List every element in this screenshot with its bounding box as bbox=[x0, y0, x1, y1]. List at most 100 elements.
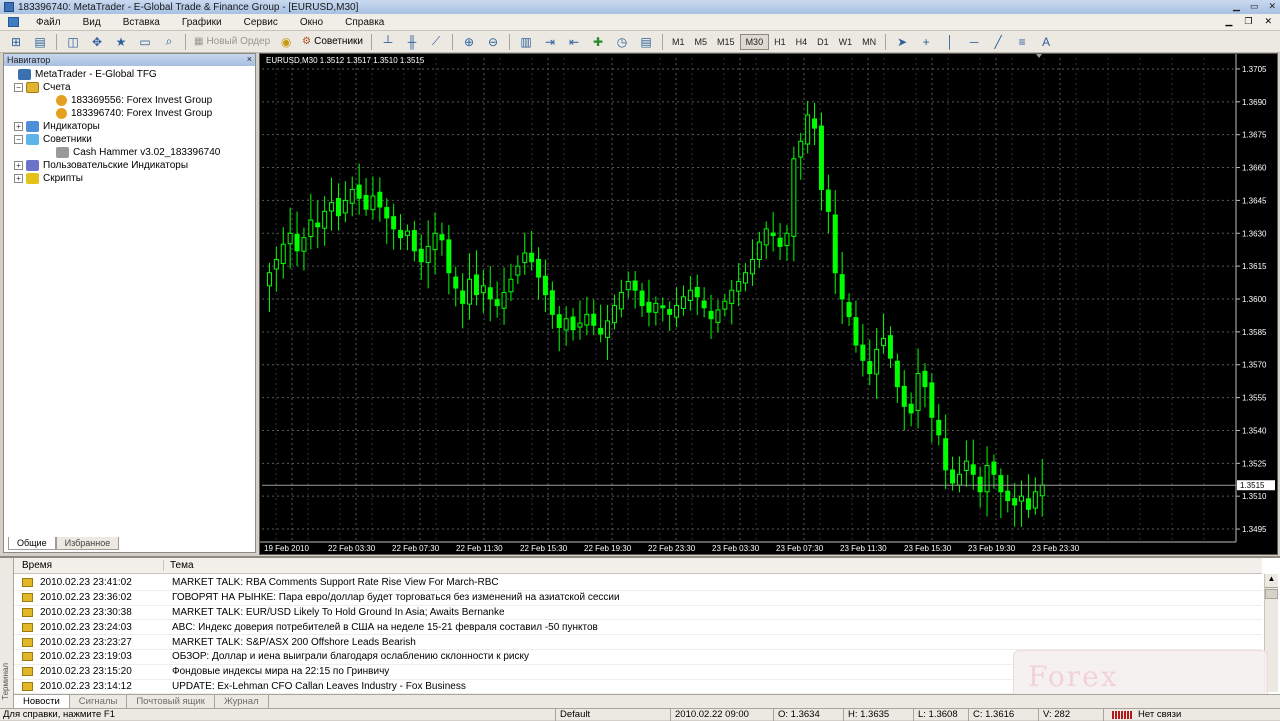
experts-icon: ⚙ bbox=[302, 36, 312, 47]
candle-body bbox=[674, 305, 680, 318]
timeframe-d1[interactable]: D1 bbox=[812, 34, 834, 50]
minimize-icon[interactable]: ▁ bbox=[1233, 1, 1240, 12]
status-low: L: 1.3608 bbox=[913, 708, 968, 721]
new-order-button[interactable]: ▦ Новый Ордер bbox=[190, 33, 274, 51]
menu-view[interactable]: Вид bbox=[72, 17, 112, 28]
cursor-icon[interactable]: ➤ bbox=[892, 33, 912, 51]
profiles-icon[interactable]: ▤ bbox=[30, 33, 50, 51]
news-time: 2010.02.23 23:36:02 bbox=[40, 592, 132, 604]
auto-scroll-icon[interactable]: ⇥ bbox=[540, 33, 560, 51]
news-row[interactable]: 2010.02.23 23:23:27 MARKET TALK: S&P/ASX … bbox=[14, 635, 1262, 650]
terminal-icon[interactable]: ▭ bbox=[135, 33, 155, 51]
news-row[interactable]: 2010.02.23 23:30:38 MARKET TALK: EUR/USD … bbox=[14, 606, 1262, 621]
tree-accounts[interactable]: − Счета bbox=[6, 81, 255, 94]
news-table-header: Время Тема bbox=[14, 558, 1262, 574]
tree-experts[interactable]: − Советники bbox=[6, 133, 255, 146]
expert-label: Cash Hammer v3.02_183396740 bbox=[73, 147, 221, 158]
tester-icon[interactable]: ⌕ bbox=[159, 33, 179, 51]
expand-icon[interactable]: + bbox=[14, 161, 23, 170]
tree-account-item[interactable]: 183369556: Forex Invest Group bbox=[6, 94, 255, 107]
tab-common[interactable]: Общие bbox=[8, 537, 56, 550]
tree-scripts[interactable]: + Скрипты bbox=[6, 172, 255, 185]
menu-file[interactable]: Файл bbox=[25, 17, 72, 28]
timeframe-m5[interactable]: M5 bbox=[690, 34, 713, 50]
news-row[interactable]: 2010.02.23 23:41:02 MARKET TALK: RBA Comm… bbox=[14, 576, 1262, 591]
line-chart-icon[interactable]: ⟋ bbox=[426, 33, 446, 51]
tab-favorites[interactable]: Избранное bbox=[55, 537, 120, 550]
candle-body bbox=[618, 291, 624, 310]
data-window-icon[interactable]: ✥ bbox=[87, 33, 107, 51]
chart-shift-icon[interactable]: ⇤ bbox=[564, 33, 584, 51]
candle-body bbox=[542, 275, 548, 296]
experts-button[interactable]: ⚙ Советники bbox=[298, 33, 367, 51]
navigator-icon[interactable]: ★ bbox=[111, 33, 131, 51]
news-time: 2010.02.23 23:19:03 bbox=[40, 651, 132, 663]
collapse-icon[interactable]: − bbox=[14, 135, 23, 144]
x-tick-label: 23 Feb 11:30 bbox=[840, 544, 887, 553]
y-tick-label: 1.3645 bbox=[1242, 196, 1267, 205]
chart-window-icon[interactable] bbox=[8, 17, 19, 27]
horizontal-line-icon[interactable]: ─ bbox=[964, 33, 984, 51]
tab-news[interactable]: Новости bbox=[14, 695, 70, 708]
zoom-in-icon[interactable]: ⊕ bbox=[459, 33, 479, 51]
scroll-thumb[interactable] bbox=[1265, 589, 1278, 599]
indicators-icon[interactable]: ✚ bbox=[588, 33, 608, 51]
vertical-line-icon[interactable]: │ bbox=[940, 33, 960, 51]
close-icon[interactable]: ✕ bbox=[1268, 1, 1276, 12]
timeframe-w1[interactable]: W1 bbox=[834, 34, 858, 50]
timeframe-mn[interactable]: MN bbox=[857, 34, 881, 50]
menu-window[interactable]: Окно bbox=[289, 17, 334, 28]
menu-insert[interactable]: Вставка bbox=[112, 17, 171, 28]
expand-icon[interactable]: + bbox=[14, 174, 23, 183]
crosshair-icon[interactable]: + bbox=[916, 33, 936, 51]
menu-charts[interactable]: Графики bbox=[171, 17, 233, 28]
column-time[interactable]: Время bbox=[14, 560, 164, 571]
new-order-icon: ▦ bbox=[194, 36, 204, 47]
column-subject[interactable]: Тема bbox=[164, 560, 194, 571]
chart-canvas[interactable]: 1.3705 1.3690 1.3675 1.3660 1.3645 1.3630 1.36… bbox=[260, 54, 1277, 554]
market-watch-icon[interactable]: ◫ bbox=[63, 33, 83, 51]
timeframe-m1[interactable]: M1 bbox=[667, 34, 690, 50]
news-row[interactable]: 2010.02.23 23:36:02 ГОВОРЯТ НА РЫНКЕ: Пар… bbox=[14, 591, 1262, 606]
price-chart[interactable]: 1.3705 1.3690 1.3675 1.3660 1.3645 1.3630 1.36… bbox=[259, 53, 1278, 555]
menu-tools[interactable]: Сервис bbox=[233, 17, 289, 28]
news-row[interactable]: 2010.02.23 23:24:03 ABC: Индекс доверия п… bbox=[14, 620, 1262, 636]
scroll-up-icon[interactable]: ▲ bbox=[1265, 574, 1278, 588]
periods-icon[interactable]: ◷ bbox=[612, 33, 632, 51]
indicators-folder-icon bbox=[26, 121, 39, 132]
tree-account-item[interactable]: 183396740: Forex Invest Group bbox=[6, 107, 255, 120]
timeframe-h1[interactable]: H1 bbox=[769, 34, 791, 50]
menu-help[interactable]: Справка bbox=[334, 17, 395, 28]
tree-custom-indicators[interactable]: + Пользовательские Индикаторы bbox=[6, 159, 255, 172]
x-tick-label: 23 Feb 15:30 bbox=[904, 544, 952, 553]
fibonacci-icon[interactable]: ≡ bbox=[1012, 33, 1032, 51]
timeframe-m15[interactable]: M15 bbox=[712, 34, 740, 50]
tree-expert-item[interactable]: Cash Hammer v3.02_183396740 bbox=[6, 146, 255, 159]
maximize-icon[interactable]: ▭ bbox=[1250, 1, 1259, 12]
tile-windows-icon[interactable]: ▥ bbox=[516, 33, 536, 51]
bar-chart-icon[interactable]: ┴ bbox=[378, 33, 398, 51]
tab-mailbox[interactable]: Почтовый ящик bbox=[127, 695, 215, 708]
candle-body bbox=[467, 278, 473, 305]
zoom-out-icon[interactable]: ⊖ bbox=[483, 33, 503, 51]
tree-root[interactable]: MetaTrader - E-Global TFG bbox=[6, 68, 255, 81]
mdi-minimize-icon[interactable]: ▁ bbox=[1225, 16, 1232, 27]
text-icon[interactable]: A bbox=[1036, 33, 1056, 51]
timeframe-m30[interactable]: M30 bbox=[739, 33, 770, 50]
mdi-close-icon[interactable]: ✕ bbox=[1264, 16, 1272, 27]
new-chart-icon[interactable]: ⊞ bbox=[6, 33, 26, 51]
tree-indicators[interactable]: + Индикаторы bbox=[6, 120, 255, 133]
candle-body bbox=[950, 469, 956, 484]
metaeditor-icon[interactable]: ◉ bbox=[276, 33, 296, 51]
navigator-close-icon[interactable]: × bbox=[247, 54, 252, 64]
templates-icon[interactable]: ▤ bbox=[636, 33, 656, 51]
candlestick-icon[interactable]: ╫ bbox=[402, 33, 422, 51]
tab-signals[interactable]: Сигналы bbox=[70, 695, 128, 708]
mdi-restore-icon[interactable]: ❐ bbox=[1244, 16, 1252, 27]
tab-journal[interactable]: Журнал bbox=[215, 695, 269, 708]
trendline-icon[interactable]: ╱ bbox=[988, 33, 1008, 51]
expand-icon[interactable]: + bbox=[14, 122, 23, 131]
account-icon bbox=[56, 95, 67, 106]
timeframe-h4[interactable]: H4 bbox=[791, 34, 813, 50]
collapse-icon[interactable]: − bbox=[14, 83, 23, 92]
